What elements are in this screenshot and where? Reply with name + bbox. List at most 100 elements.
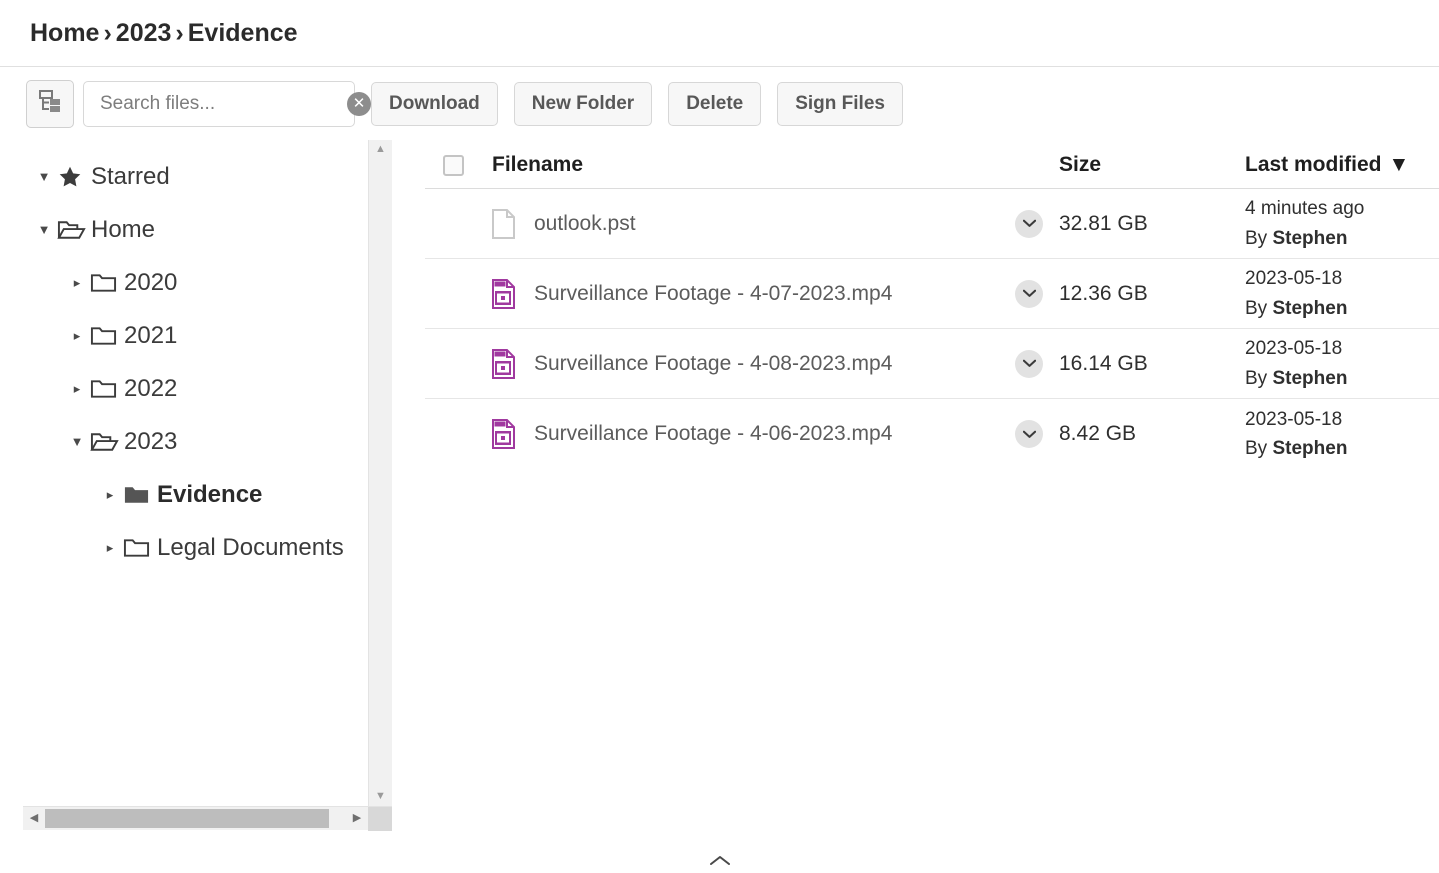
modified-header-cell: Last modified ▼	[1245, 149, 1439, 182]
file-name-link[interactable]: outlook.pst	[534, 212, 636, 236]
sidebar-item-2021[interactable]: ▸ 2021	[23, 309, 368, 362]
table-row[interactable]: Surveillance Footage - 4-08-2023.mp4 16.…	[425, 329, 1439, 399]
download-button[interactable]: Download	[371, 81, 498, 126]
scroll-down-arrow-icon[interactable]: ▼	[375, 791, 386, 802]
tree-view-toggle-button[interactable]	[26, 79, 74, 128]
search-box[interactable]: ✕	[83, 80, 371, 127]
row-dropdown-chevron-down-icon[interactable]	[1015, 209, 1043, 238]
author-name: Stephen	[1272, 367, 1348, 389]
file-name-link[interactable]: Surveillance Footage - 4-07-2023.mp4	[534, 282, 892, 306]
sidebar-item-label: Home	[91, 215, 156, 243]
file-list: Filename Size Last modified ▼ outlook.ps…	[425, 140, 1439, 830]
filename-cell: Surveillance Footage - 4-08-2023.mp4	[492, 348, 1015, 379]
scroll-left-arrow-icon[interactable]: ◀	[23, 813, 45, 824]
table-row[interactable]: Surveillance Footage - 4-07-2023.mp4 12.…	[425, 259, 1439, 329]
sidebar-item-label: 2023	[124, 427, 178, 455]
folder-icon	[90, 272, 124, 294]
table-row[interactable]: outlook.pst 32.81 GB 4 minutes ago By St…	[425, 189, 1439, 259]
chevron-right-icon[interactable]: ▸	[97, 488, 123, 501]
star-icon	[57, 164, 91, 190]
author-name: Stephen	[1272, 297, 1348, 319]
file-modified-cell: 2023-05-18 By Stephen	[1245, 334, 1439, 393]
scrollbar-corner	[368, 806, 392, 831]
by-label: By	[1245, 297, 1268, 319]
file-author: By Stephen	[1245, 224, 1439, 253]
sidebar-item-starred[interactable]: ▼ Starred	[23, 150, 368, 203]
filename-cell: Surveillance Footage - 4-06-2023.mp4	[492, 419, 1015, 449]
row-dropdown-chevron-down-icon[interactable]	[1015, 420, 1043, 448]
sidebar-item-label: Evidence	[157, 480, 263, 508]
breadcrumb-separator: ›	[175, 18, 184, 47]
folder-open-icon	[90, 430, 124, 454]
scroll-right-arrow-icon[interactable]: ▶	[346, 813, 368, 824]
horizontal-scroll-track[interactable]	[45, 807, 346, 830]
horizontal-scroll-thumb[interactable]	[45, 809, 329, 828]
file-name-link[interactable]: Surveillance Footage - 4-06-2023.mp4	[534, 422, 892, 446]
chevron-down-icon[interactable]: ▼	[64, 435, 90, 448]
breadcrumb-item-1[interactable]: 2023	[116, 19, 172, 47]
mp4-video-file-icon	[492, 419, 534, 449]
delete-button[interactable]: Delete	[668, 81, 762, 126]
sidebar-vertical-scrollbar[interactable]: ▲ ▼	[368, 140, 392, 806]
document-file-icon	[492, 208, 534, 239]
chevron-up-icon[interactable]	[709, 852, 731, 869]
by-label: By	[1245, 367, 1268, 389]
size-header-cell: Size	[1059, 153, 1245, 177]
breadcrumb-separator: ›	[103, 18, 112, 47]
chevron-right-icon[interactable]: ▸	[64, 276, 90, 289]
last-modified-column-header[interactable]: Last modified	[1245, 153, 1382, 176]
mp4-video-file-icon	[492, 278, 534, 309]
chevron-down-icon[interactable]: ▼	[31, 223, 57, 236]
filename-cell: outlook.pst	[492, 208, 1015, 239]
bottom-panel-handle[interactable]	[0, 847, 1439, 873]
table-row[interactable]: Surveillance Footage - 4-06-2023.mp4 8.4…	[425, 399, 1439, 469]
file-modified-date: 2023-05-18	[1245, 408, 1343, 430]
file-modified-cell: 4 minutes ago By Stephen	[1245, 194, 1439, 253]
file-size: 12.36 GB	[1059, 281, 1148, 305]
file-author: By Stephen	[1245, 434, 1439, 463]
scroll-up-arrow-icon[interactable]: ▲	[375, 144, 386, 155]
mp4-video-file-icon	[492, 348, 534, 379]
search-input[interactable]	[98, 91, 347, 116]
size-column-header[interactable]: Size	[1059, 153, 1101, 176]
sidebar-item-home[interactable]: ▼ Home	[23, 203, 368, 256]
sidebar-horizontal-scrollbar[interactable]: ◀ ▶	[23, 806, 392, 831]
breadcrumb-item-2[interactable]: Evidence	[188, 19, 298, 47]
breadcrumb-item-0[interactable]: Home	[30, 19, 99, 47]
chevron-down-icon[interactable]: ▼	[31, 170, 57, 183]
filename-cell: Surveillance Footage - 4-07-2023.mp4	[492, 278, 1015, 309]
by-label: By	[1245, 438, 1268, 459]
sidebar-item-evidence[interactable]: ▸ Evidence	[23, 468, 368, 521]
clear-search-icon[interactable]: ✕	[347, 91, 371, 116]
sort-descending-icon[interactable]: ▼	[1389, 153, 1410, 176]
filename-header-cell: Filename	[492, 153, 1015, 177]
file-author: By Stephen	[1245, 294, 1439, 323]
file-size: 8.42 GB	[1059, 422, 1137, 445]
breadcrumb-bar: Home › 2023 › Evidence	[0, 0, 1439, 67]
sidebar-item-label: Starred	[91, 162, 170, 190]
folder-icon	[90, 378, 124, 400]
file-modified-cell: 2023-05-18 By Stephen	[1245, 405, 1439, 464]
sidebar-item-2023[interactable]: ▼ 2023	[23, 415, 368, 468]
filename-column-header[interactable]: Filename	[492, 153, 583, 177]
file-modified-cell: 2023-05-18 By Stephen	[1245, 264, 1439, 323]
by-label: By	[1245, 227, 1268, 249]
folder-open-icon	[57, 218, 91, 242]
sidebar-item-legal-documents[interactable]: ▸ Legal Documents	[23, 521, 368, 574]
row-dropdown-chevron-down-icon[interactable]	[1015, 349, 1043, 378]
chevron-right-icon[interactable]: ▸	[64, 382, 90, 395]
author-name: Stephen	[1272, 227, 1348, 249]
author-name: Stephen	[1272, 438, 1348, 459]
sign-files-button[interactable]: Sign Files	[777, 81, 903, 126]
new-folder-button[interactable]: New Folder	[513, 81, 653, 126]
row-dropdown-chevron-down-icon[interactable]	[1015, 279, 1043, 308]
sidebar-item-2020[interactable]: ▸ 2020	[23, 256, 368, 309]
file-name-link[interactable]: Surveillance Footage - 4-08-2023.mp4	[534, 352, 892, 376]
tree-view-icon	[37, 88, 63, 119]
chevron-right-icon[interactable]: ▸	[64, 329, 90, 342]
chevron-right-icon[interactable]: ▸	[97, 541, 123, 554]
sidebar-item-label: 2021	[124, 321, 178, 349]
select-all-checkbox[interactable]	[443, 154, 464, 176]
sidebar-item-2022[interactable]: ▸ 2022	[23, 362, 368, 415]
file-modified-date: 2023-05-18	[1245, 268, 1343, 290]
